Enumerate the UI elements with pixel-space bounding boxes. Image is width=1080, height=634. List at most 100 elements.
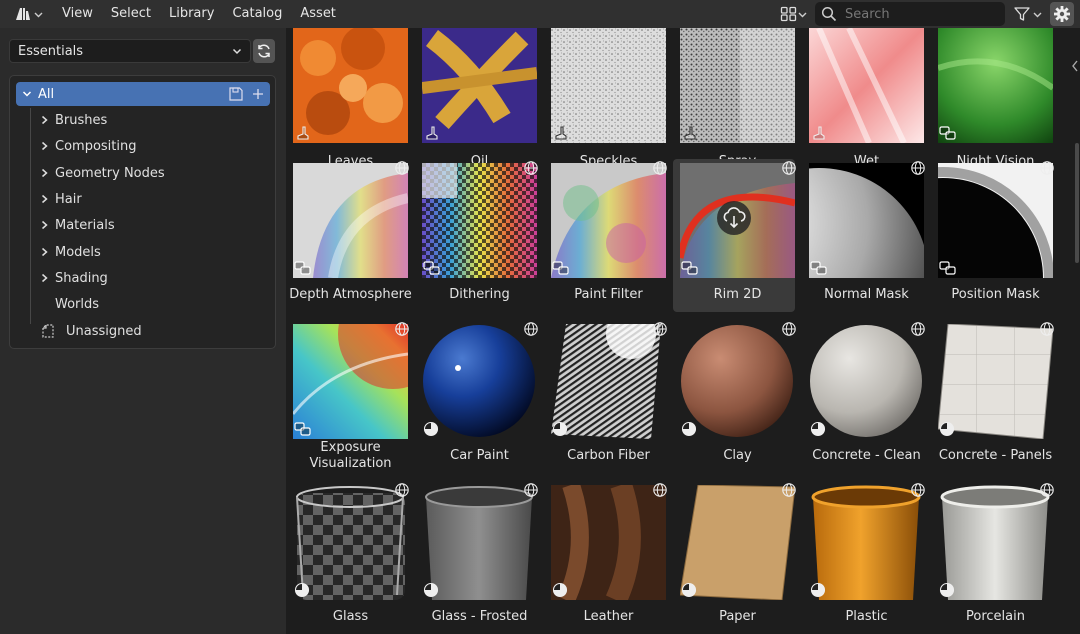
asset-thumbnail: [809, 485, 924, 600]
asset-card-position-mask[interactable]: Position Mask: [931, 159, 1054, 312]
tree-item-label: All: [38, 86, 55, 102]
menu-library[interactable]: Library: [160, 0, 223, 28]
catalog-actions: [228, 86, 270, 102]
asset-thumbnail: [551, 324, 666, 439]
asset-label: Normal Mask: [824, 287, 909, 302]
display-mode-button[interactable]: [776, 3, 811, 25]
globe-icon: [524, 161, 538, 175]
asset-thumbnail: [809, 324, 924, 439]
save-icon[interactable]: [228, 86, 244, 102]
library-value: Essentials: [18, 43, 84, 59]
search-placeholder: Search: [845, 6, 890, 22]
tree-item-materials[interactable]: Materials: [40, 212, 115, 238]
material-icon: [552, 421, 568, 437]
asset-card-rim-2d[interactable]: Rim 2D: [673, 159, 796, 312]
asset-card-glass-frosted[interactable]: Glass - Frosted: [415, 481, 538, 634]
asset-card-night-vision[interactable]: Night Vision: [931, 28, 1053, 177]
asset-card-paint-filter[interactable]: Paint Filter: [544, 159, 667, 312]
asset-card-leather[interactable]: Leather: [544, 481, 667, 634]
asset-card-normal-mask[interactable]: Normal Mask: [802, 159, 925, 312]
globe-icon: [524, 483, 538, 497]
asset-card-concrete-clean[interactable]: Concrete - Clean: [802, 320, 925, 473]
brush-icon: [684, 126, 696, 140]
asset-card-oil[interactable]: Oil: [415, 28, 537, 177]
refresh-library-button[interactable]: [253, 39, 275, 63]
plus-icon[interactable]: [252, 88, 264, 100]
editor-type-button[interactable]: [8, 2, 49, 26]
asset-card-leaves[interactable]: Leaves: [286, 28, 408, 177]
asset-card-exposure-visualization[interactable]: Exposure Visualization: [286, 320, 409, 473]
globe-icon: [395, 322, 409, 336]
menu-asset[interactable]: Asset: [291, 0, 345, 28]
asset-label: Carbon Fiber: [567, 448, 650, 463]
tree-item-unassigned[interactable]: Unassigned: [40, 318, 142, 344]
globe-icon: [782, 161, 796, 175]
preferences-button[interactable]: [1050, 2, 1074, 26]
chevron-right-icon: [42, 141, 48, 151]
node-group-icon: [294, 422, 311, 436]
material-icon: [681, 582, 697, 598]
header-tools: Search: [776, 2, 1080, 26]
asset-thumbnail: [938, 485, 1053, 600]
material-icon: [423, 421, 439, 437]
node-group-icon: [423, 261, 440, 275]
material-icon: [810, 582, 826, 598]
asset-card-wet[interactable]: Wet: [802, 28, 924, 177]
asset-card-concrete-panels[interactable]: Concrete - Panels: [931, 320, 1054, 473]
asset-label: Position Mask: [951, 287, 1040, 302]
filter-button[interactable]: [1009, 2, 1046, 26]
node-group-icon: [939, 261, 956, 275]
chevron-right-icon: [42, 247, 48, 257]
globe-icon: [395, 161, 409, 175]
tree-item-all[interactable]: All: [16, 82, 270, 106]
menu-select[interactable]: Select: [102, 0, 160, 28]
asset-card-plastic[interactable]: Plastic: [802, 481, 925, 634]
vertical-scrollbar[interactable]: [1075, 143, 1079, 263]
globe-icon: [782, 483, 796, 497]
search-input[interactable]: Search: [815, 2, 1005, 26]
catalog-tree: All Brushes Compositing Geometry Nodes H…: [9, 75, 276, 349]
chevron-left-icon[interactable]: [1070, 56, 1080, 76]
asset-card-clay[interactable]: Clay: [673, 320, 796, 473]
globe-icon: [524, 322, 538, 336]
chevron-right-icon: [42, 168, 48, 178]
tree-item-geometry-nodes[interactable]: Geometry Nodes: [40, 160, 165, 186]
tree-item-worlds[interactable]: Worlds: [40, 291, 99, 317]
asset-label: Concrete - Clean: [812, 448, 921, 463]
node-group-icon: [552, 261, 569, 275]
asset-card-carbon-fiber[interactable]: Carbon Fiber: [544, 320, 667, 473]
tree-item-brushes[interactable]: Brushes: [40, 107, 107, 133]
download-cloud-icon[interactable]: [716, 200, 752, 236]
chevron-down-icon: [798, 12, 807, 17]
asset-card-dithering[interactable]: Dithering: [415, 159, 538, 312]
tree-item-label: Brushes: [55, 112, 108, 128]
asset-card-paper[interactable]: Paper: [673, 481, 796, 634]
tree-item-hair[interactable]: Hair: [40, 186, 82, 212]
tree-item-models[interactable]: Models: [40, 239, 101, 265]
globe-icon: [911, 322, 925, 336]
search-icon: [821, 6, 837, 22]
asset-grid: Leaves Oil Speckles Spray Wet Night Visi…: [286, 28, 1080, 634]
material-icon: [294, 582, 310, 598]
brush-icon: [297, 126, 309, 140]
tree-item-shading[interactable]: Shading: [40, 265, 108, 291]
asset-label: Concrete - Panels: [938, 448, 1053, 463]
asset-card-porcelain[interactable]: Porcelain: [931, 481, 1054, 634]
material-icon: [423, 582, 439, 598]
asset-card-glass[interactable]: Glass: [286, 481, 409, 634]
library-dropdown[interactable]: Essentials: [9, 39, 251, 63]
node-group-icon: [681, 261, 698, 275]
menu-catalog[interactable]: Catalog: [223, 0, 291, 28]
node-group-icon: [810, 261, 827, 275]
asset-card-car-paint[interactable]: Car Paint: [415, 320, 538, 473]
node-group-icon: [294, 261, 311, 275]
asset-card-spray[interactable]: Spray: [673, 28, 795, 177]
tree-item-label: Unassigned: [66, 323, 142, 339]
asset-card-speckles[interactable]: Speckles: [544, 28, 666, 177]
menu-view[interactable]: View: [53, 0, 102, 28]
tree-guide-line: [30, 108, 31, 324]
globe-icon: [653, 483, 667, 497]
asset-label: Paint Filter: [574, 287, 643, 302]
tree-item-compositing[interactable]: Compositing: [40, 133, 137, 159]
asset-card-depth-atmosphere[interactable]: Depth Atmosphere: [286, 159, 412, 312]
